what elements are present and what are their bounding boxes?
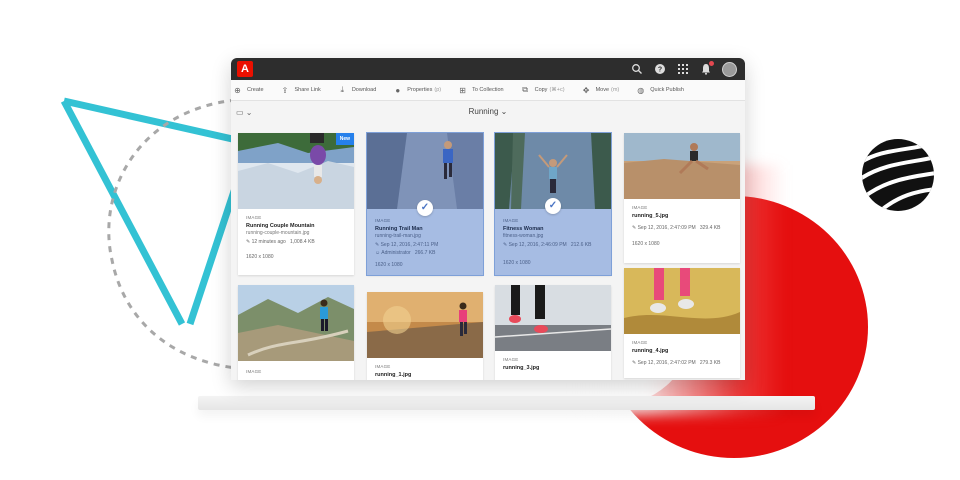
asset-thumbnail <box>624 133 740 199</box>
asset-grid: New IMAGE Running Couple Mountain runnin… <box>231 123 745 380</box>
asset-card-selected[interactable]: ✓ IMAGE Fitness Woman fitness-woman.jpg … <box>494 132 612 276</box>
striped-globe-icon <box>862 139 934 211</box>
asset-type: IMAGE <box>375 364 391 369</box>
asset-card[interactable]: IMAGE running_1.jpg <box>367 292 483 380</box>
collection-title-dropdown[interactable]: Running ⌄ <box>231 107 745 116</box>
asset-modified-row: ✎ Sep 12, 2016, 2:47:02 PM 279.3 KB <box>632 360 721 366</box>
asset-title: running_4.jpg <box>632 348 669 354</box>
asset-thumbnail <box>367 292 483 358</box>
asset-title: running_5.jpg <box>632 213 669 219</box>
user-icon: ☺ <box>375 250 381 256</box>
asset-title: running_1.jpg <box>375 372 412 378</box>
asset-thumbnail: New <box>238 133 354 209</box>
asset-card[interactable]: IMAGE <box>238 285 354 380</box>
asset-type: IMAGE <box>632 340 648 345</box>
asset-card[interactable]: IMAGE running_4.jpg ✎ Sep 12, 2016, 2:47… <box>624 268 740 378</box>
asset-title: running_3.jpg <box>503 365 540 371</box>
edit-pencil-icon: ✎ <box>375 242 380 248</box>
asset-dimensions: 1620 x 1080 <box>503 260 531 266</box>
download-icon: ⤓ <box>340 85 345 94</box>
asset-modified-row: ✎ 12 minutes ago 1,008.4 KB <box>246 239 315 245</box>
copy-icon: ⧉ <box>522 85 528 94</box>
info-icon: ● <box>395 85 401 95</box>
asset-card[interactable]: IMAGE running_3.jpg <box>495 285 611 380</box>
asset-browser-window: A ? ⊕ Create ⇪ Share Link ⤓ Download ● P… <box>231 58 745 380</box>
asset-type: IMAGE <box>246 215 262 220</box>
selected-check-icon[interactable]: ✓ <box>545 198 561 214</box>
create-icon: ⊕ <box>234 85 241 95</box>
asset-card-selected[interactable]: ✓ IMAGE Running Trail Man running-trail-… <box>366 132 484 276</box>
action-bar: ⊕ Create ⇪ Share Link ⤓ Download ● Prope… <box>231 80 745 101</box>
asset-filename: running-couple-mountain.jpg <box>246 230 310 236</box>
quick-publish-button[interactable]: ◍ Quick Publish <box>636 86 684 95</box>
asset-filename: fitness-woman.jpg <box>503 233 544 239</box>
selected-check-icon[interactable]: ✓ <box>417 200 433 216</box>
properties-button[interactable]: ● Properties (p) <box>393 86 441 95</box>
share-link-icon: ⇪ <box>281 85 289 95</box>
edit-pencil-icon: ✎ <box>632 360 637 366</box>
asset-type: IMAGE <box>246 369 262 374</box>
edit-pencil-icon: ✎ <box>632 225 637 231</box>
asset-card[interactable]: New IMAGE Running Couple Mountain runnin… <box>238 133 354 275</box>
asset-user-row: ☺ Administrator 266.7 KB <box>375 250 436 256</box>
notification-bell-icon[interactable] <box>699 60 714 77</box>
asset-title: Fitness Woman <box>503 226 544 232</box>
edit-pencil-icon: ✎ <box>503 242 508 248</box>
new-badge: New <box>335 133 354 145</box>
apps-grid-icon[interactable] <box>676 63 690 77</box>
user-avatar[interactable] <box>722 62 737 77</box>
asset-filename: running-trail-man.jpg <box>375 233 421 239</box>
asset-title: Running Couple Mountain <box>246 223 315 229</box>
asset-thumbnail <box>495 285 611 351</box>
asset-modified-row: ✎ Sep 12, 2016, 2:47:11 PM <box>375 242 439 248</box>
asset-thumbnail <box>624 268 740 334</box>
collection-icon: ⊞ <box>459 85 466 95</box>
asset-dimensions: 1620 x 1080 <box>246 254 274 260</box>
create-button[interactable]: ⊕ Create <box>233 85 263 95</box>
asset-type: IMAGE <box>503 357 519 362</box>
asset-type: IMAGE <box>503 218 519 223</box>
title-bar: A ? <box>231 58 745 80</box>
to-collection-button[interactable]: ⊞ To Collection <box>458 85 503 95</box>
asset-dimensions: 1620 x 1080 <box>632 241 660 247</box>
asset-dimensions: 1620 x 1080 <box>375 262 403 268</box>
asset-thumbnail <box>367 133 483 209</box>
asset-type: IMAGE <box>632 205 648 210</box>
move-button[interactable]: ✥ Move (m) <box>582 86 620 95</box>
laptop-base <box>198 396 815 410</box>
download-button[interactable]: ⤓ Download <box>338 85 377 95</box>
globe-icon: ◍ <box>637 85 645 95</box>
share-link-button[interactable]: ⇪ Share Link <box>281 86 321 95</box>
asset-card[interactable]: IMAGE running_5.jpg ✎ Sep 12, 2016, 2:47… <box>624 133 740 263</box>
help-icon[interactable]: ? <box>653 63 667 77</box>
copy-button[interactable]: ⧉ Copy (⌘+c) <box>521 85 564 95</box>
asset-modified-row: ✎ Sep 12, 2016, 2:46:09 PM 212.6 KB <box>503 242 592 248</box>
move-icon: ✥ <box>582 85 590 95</box>
asset-thumbnail <box>238 285 354 361</box>
asset-modified-row: ✎ Sep 12, 2016, 2:47:09 PM 329.4 KB <box>632 225 721 231</box>
notification-badge <box>709 60 714 66</box>
svg-text:?: ? <box>658 66 662 73</box>
asset-title: Running Trail Man <box>375 226 423 232</box>
sub-toolbar: ▭ ⌄ Running ⌄ <box>231 101 745 123</box>
adobe-logo[interactable]: A <box>237 61 253 77</box>
edit-pencil-icon: ✎ <box>246 239 251 245</box>
search-icon[interactable] <box>630 63 644 77</box>
asset-type: IMAGE <box>375 218 391 223</box>
